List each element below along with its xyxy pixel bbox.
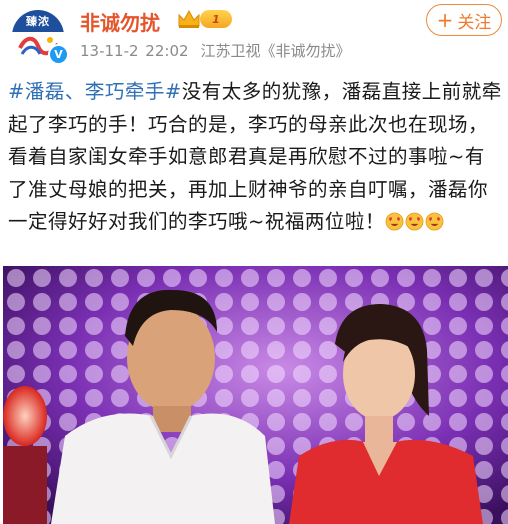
avatar-label: 臻浓 bbox=[12, 10, 64, 32]
plus-icon: + bbox=[436, 8, 454, 32]
heart-eyes-emoji-icon bbox=[385, 212, 404, 231]
post-meta: 13-11-2 22:02 江苏卫视《非诚勿扰》 bbox=[80, 40, 351, 61]
post-text: #潘磊、李巧牵手#没有太多的犹豫，潘磊直接上前就牵起了李巧的手！巧合的是，李巧的… bbox=[8, 76, 504, 239]
follow-button-label: 关注 bbox=[457, 12, 492, 33]
verified-v-icon: V bbox=[48, 44, 69, 65]
member-level-badge[interactable]: 1 bbox=[200, 10, 232, 28]
emoji-group bbox=[385, 206, 445, 239]
follow-button[interactable]: + 关注 bbox=[426, 4, 502, 36]
heart-eyes-emoji-icon bbox=[425, 212, 444, 231]
post-source: 江苏卫视《非诚勿扰》 bbox=[200, 42, 351, 60]
hashtag-link[interactable]: #潘磊、李巧牵手# bbox=[8, 80, 182, 103]
stage-photo-illustration bbox=[3, 266, 508, 524]
post-header: 臻浓 V 非诚勿扰 1 13-11-2 22:02 江苏卫视《非诚勿扰》 + 关注 bbox=[0, 0, 508, 70]
post-timestamp[interactable]: 13-11-2 22:02 bbox=[80, 42, 189, 60]
heart-eyes-emoji-icon bbox=[405, 212, 424, 231]
post-photo[interactable] bbox=[3, 266, 508, 524]
username[interactable]: 非诚勿扰 bbox=[80, 7, 160, 36]
crown-icon bbox=[178, 9, 200, 28]
